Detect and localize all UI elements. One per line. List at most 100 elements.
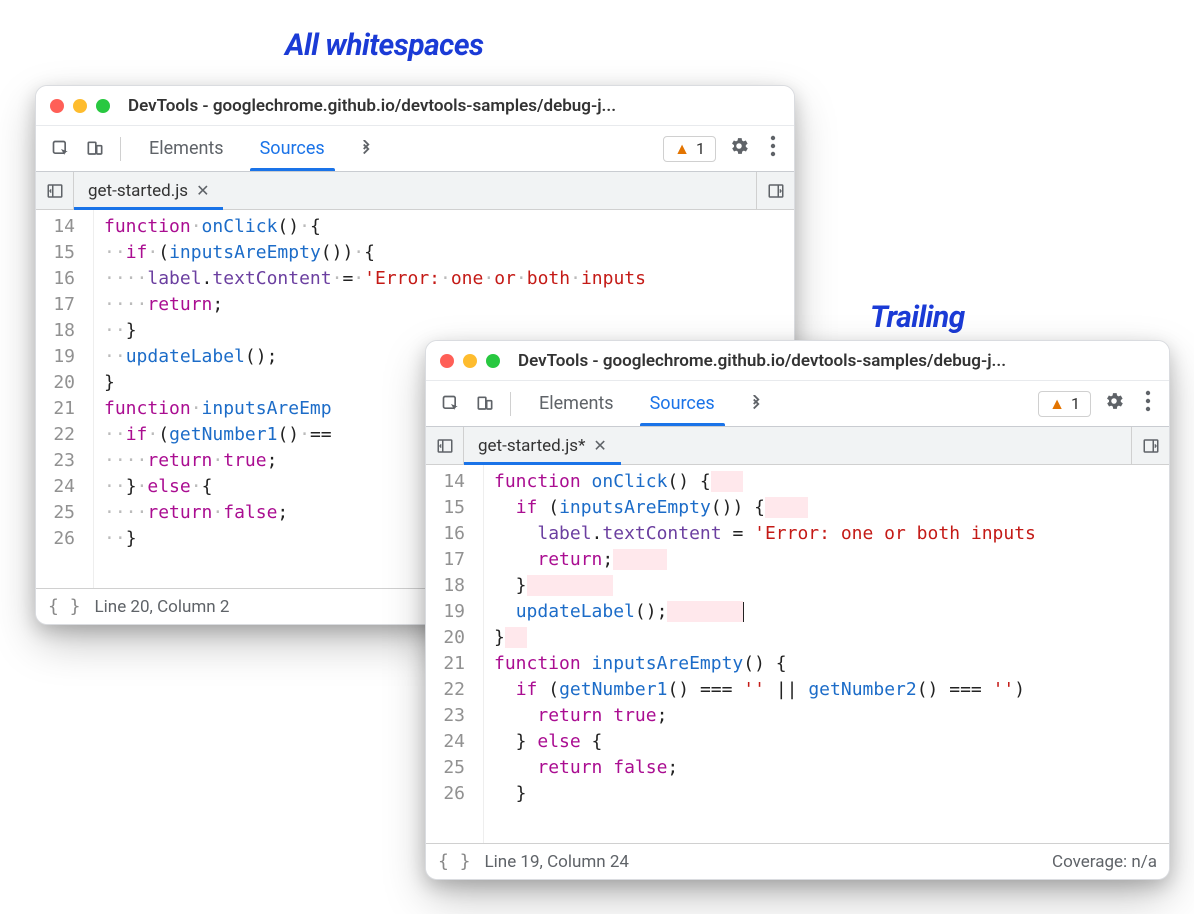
drawer-toggle-icon[interactable] — [756, 172, 794, 209]
code-line[interactable]: updateLabel(); — [494, 599, 1036, 625]
tab-elements[interactable]: Elements — [521, 381, 632, 426]
code-content[interactable]: function onClick() { if (inputsAreEmpty(… — [484, 465, 1036, 843]
pretty-print-icon[interactable]: { } — [48, 596, 81, 617]
line-number: 23 — [426, 703, 473, 729]
window-title: DevTools - googlechrome.github.io/devtoo… — [510, 351, 1155, 371]
text-cursor — [743, 602, 744, 622]
line-number: 17 — [36, 292, 83, 318]
line-number: 15 — [36, 240, 83, 266]
kebab-menu-icon[interactable] — [762, 135, 784, 163]
line-number: 22 — [36, 422, 83, 448]
line-number: 19 — [36, 344, 83, 370]
traffic-lights — [50, 99, 110, 113]
code-line[interactable]: } else { — [494, 729, 1036, 755]
device-toggle-icon[interactable] — [470, 389, 500, 419]
code-line[interactable]: } — [494, 781, 1036, 807]
line-number: 14 — [36, 214, 83, 240]
code-line[interactable]: function onClick() { — [494, 469, 1036, 495]
line-number: 18 — [36, 318, 83, 344]
pretty-print-icon[interactable]: { } — [438, 851, 471, 872]
code-line[interactable]: ··if·(inputsAreEmpty())·{ — [104, 240, 646, 266]
tab-sources[interactable]: Sources — [632, 381, 733, 426]
code-line[interactable]: return false; — [494, 755, 1036, 781]
line-number: 25 — [426, 755, 473, 781]
divider — [510, 392, 511, 416]
line-number: 24 — [426, 729, 473, 755]
tab-elements[interactable]: Elements — [131, 126, 242, 171]
line-number: 21 — [426, 651, 473, 677]
code-editor[interactable]: 14151617181920212223242526 function onCl… — [426, 465, 1169, 843]
devtools-window-trailing: DevTools - googlechrome.github.io/devtoo… — [425, 340, 1170, 880]
panel-tabs: Elements Sources — [521, 381, 733, 426]
close-tab-icon[interactable]: ✕ — [196, 181, 209, 200]
warning-icon: ▲ — [1049, 394, 1065, 414]
file-tab-get-started[interactable]: get-started.js* ✕ — [464, 427, 621, 464]
warning-count: 1 — [696, 139, 705, 158]
line-number: 23 — [36, 448, 83, 474]
main-toolbar: Elements Sources ▲ 1 — [36, 126, 794, 172]
file-tab-label: get-started.js — [88, 181, 188, 201]
close-window-button[interactable] — [440, 354, 454, 368]
settings-icon[interactable] — [720, 135, 758, 163]
line-number: 26 — [426, 781, 473, 807]
code-line[interactable]: return true; — [494, 703, 1036, 729]
traffic-lights — [440, 354, 500, 368]
line-number: 16 — [426, 521, 473, 547]
device-toggle-icon[interactable] — [80, 134, 110, 164]
code-line[interactable]: ····return; — [104, 292, 646, 318]
close-window-button[interactable] — [50, 99, 64, 113]
window-title: DevTools - googlechrome.github.io/devtoo… — [120, 96, 780, 116]
kebab-menu-icon[interactable] — [1137, 390, 1159, 418]
line-number: 19 — [426, 599, 473, 625]
warnings-badge[interactable]: ▲ 1 — [1038, 391, 1091, 417]
inspect-element-icon[interactable] — [46, 134, 76, 164]
warning-count: 1 — [1071, 394, 1080, 413]
status-bar: { } Line 19, Column 24 Coverage: n/a — [426, 843, 1169, 879]
line-number: 20 — [36, 370, 83, 396]
minimize-window-button[interactable] — [73, 99, 87, 113]
code-line[interactable]: function·onClick()·{ — [104, 214, 646, 240]
drawer-toggle-icon[interactable] — [1131, 427, 1169, 464]
warnings-badge[interactable]: ▲ 1 — [663, 136, 716, 162]
line-number: 18 — [426, 573, 473, 599]
titlebar: DevTools - googlechrome.github.io/devtoo… — [426, 341, 1169, 381]
coverage-status: Coverage: n/a — [1052, 852, 1157, 872]
line-number: 14 — [426, 469, 473, 495]
zoom-window-button[interactable] — [96, 99, 110, 113]
line-number: 20 — [426, 625, 473, 651]
line-number: 17 — [426, 547, 473, 573]
code-line[interactable]: } — [494, 573, 1036, 599]
code-line[interactable]: label.textContent = 'Error: one or both … — [494, 521, 1036, 547]
line-number: 25 — [36, 500, 83, 526]
navigator-toggle-icon[interactable] — [426, 427, 464, 464]
line-number: 15 — [426, 495, 473, 521]
navigator-toggle-icon[interactable] — [36, 172, 74, 209]
cursor-position: Line 20, Column 2 — [95, 597, 230, 617]
tab-sources[interactable]: Sources — [242, 126, 343, 171]
more-tabs-icon[interactable] — [347, 140, 385, 158]
line-number: 22 — [426, 677, 473, 703]
zoom-window-button[interactable] — [486, 354, 500, 368]
file-tab-bar: get-started.js ✕ — [36, 172, 794, 210]
code-line[interactable]: return; — [494, 547, 1036, 573]
code-line[interactable]: } — [494, 625, 1036, 651]
file-tab-bar: get-started.js* ✕ — [426, 427, 1169, 465]
code-line[interactable]: if (inputsAreEmpty()) { — [494, 495, 1036, 521]
settings-icon[interactable] — [1095, 390, 1133, 418]
minimize-window-button[interactable] — [463, 354, 477, 368]
more-tabs-icon[interactable] — [737, 395, 775, 413]
main-toolbar: Elements Sources ▲ 1 — [426, 381, 1169, 427]
code-line[interactable]: if (getNumber1() === '' || getNumber2() … — [494, 677, 1036, 703]
code-line[interactable]: function inputsAreEmpty() { — [494, 651, 1036, 677]
file-tab-get-started[interactable]: get-started.js ✕ — [74, 172, 223, 209]
line-number: 21 — [36, 396, 83, 422]
line-number: 16 — [36, 266, 83, 292]
divider — [120, 137, 121, 161]
line-gutter: 14151617181920212223242526 — [36, 210, 94, 588]
close-tab-icon[interactable]: ✕ — [593, 436, 606, 455]
inspect-element-icon[interactable] — [436, 389, 466, 419]
panel-tabs: Elements Sources — [131, 126, 343, 171]
code-line[interactable]: ····label.textContent·=·'Error:·one·or·b… — [104, 266, 646, 292]
heading-trailing: Trailing — [870, 300, 965, 335]
titlebar: DevTools - googlechrome.github.io/devtoo… — [36, 86, 794, 126]
